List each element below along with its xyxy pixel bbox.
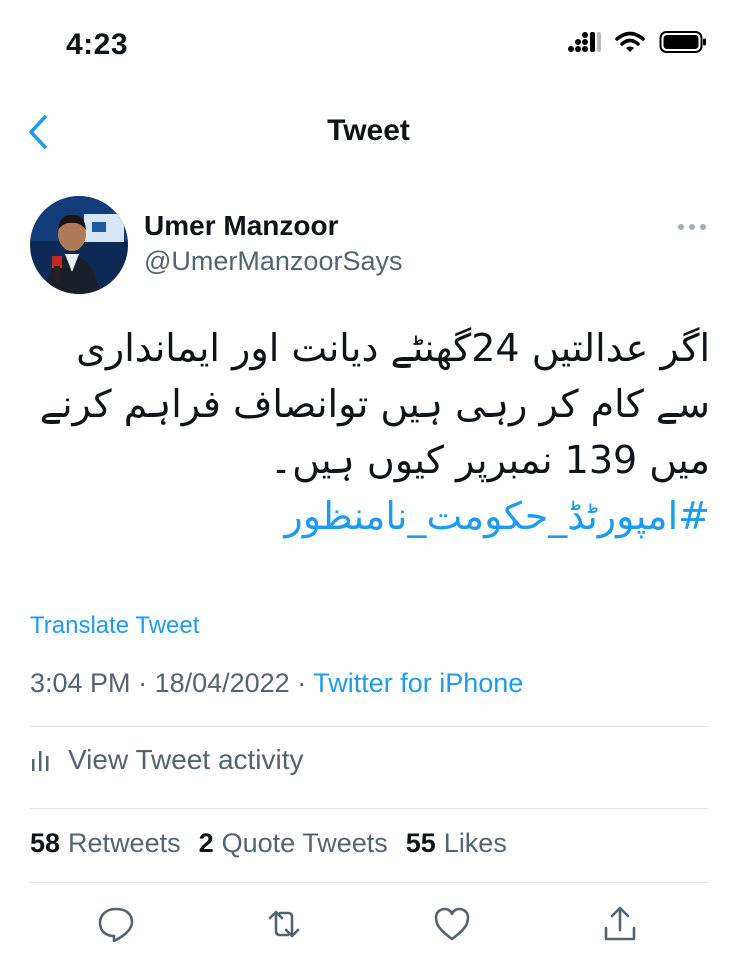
author-name[interactable]: Umer Manzoor	[144, 210, 338, 242]
more-icon[interactable]	[676, 222, 708, 232]
view-activity-button[interactable]: View Tweet activity	[30, 744, 304, 776]
retweets-count: 58	[30, 828, 61, 858]
tweet-text: اگر عدالتیں 24گھنٹے دیانت اور ایمانداری …	[30, 320, 710, 544]
status-time: 4:23	[66, 28, 129, 61]
tweet-source-link[interactable]: Twitter for iPhone	[313, 668, 523, 698]
divider	[30, 808, 708, 809]
wifi-icon	[615, 31, 645, 52]
meta-separator: ·	[289, 668, 314, 698]
reply-icon[interactable]	[96, 904, 136, 944]
translate-tweet-link[interactable]: Translate Tweet	[30, 612, 199, 640]
quotes-count: 2	[198, 828, 214, 858]
likes-label: Likes	[443, 828, 507, 858]
quotes-stat[interactable]: 2 Quote Tweets	[199, 828, 388, 859]
avatar[interactable]	[30, 196, 128, 294]
likes-count: 55	[405, 828, 436, 858]
share-icon[interactable]	[600, 904, 640, 944]
divider	[30, 726, 708, 727]
retweet-icon[interactable]	[264, 904, 304, 944]
page-title: Tweet	[327, 114, 410, 147]
likes-stat[interactable]: 55 Likes	[406, 828, 507, 859]
battery-icon	[659, 31, 706, 53]
status-icons	[567, 30, 707, 54]
tweet-body: اگر عدالتیں 24گھنٹے دیانت اور ایمانداری …	[39, 326, 710, 482]
tweet-time: 3:04 PM	[30, 668, 131, 698]
tweet-date: 18/04/2022	[154, 668, 290, 698]
tweet-stats: 58 Retweets 2 Quote Tweets 55 Likes	[30, 828, 507, 859]
meta-separator: ·	[130, 668, 155, 698]
activity-icon	[32, 751, 49, 771]
author-handle[interactable]: @UmerManzoorSays	[144, 246, 402, 277]
quotes-label: Quote Tweets	[221, 828, 388, 858]
like-icon[interactable]	[432, 904, 472, 944]
tweet-meta: 3:04 PM · 18/04/2022 · Twitter for iPhon…	[30, 668, 523, 699]
tweet-hashtag[interactable]: #امپورٹڈ_حکومت_نامنظور	[30, 488, 710, 544]
retweets-stat[interactable]: 58 Retweets	[30, 828, 181, 859]
activity-label: View Tweet activity	[68, 744, 304, 775]
signal-icon	[568, 32, 601, 52]
retweets-label: Retweets	[68, 828, 181, 858]
divider	[30, 882, 708, 883]
